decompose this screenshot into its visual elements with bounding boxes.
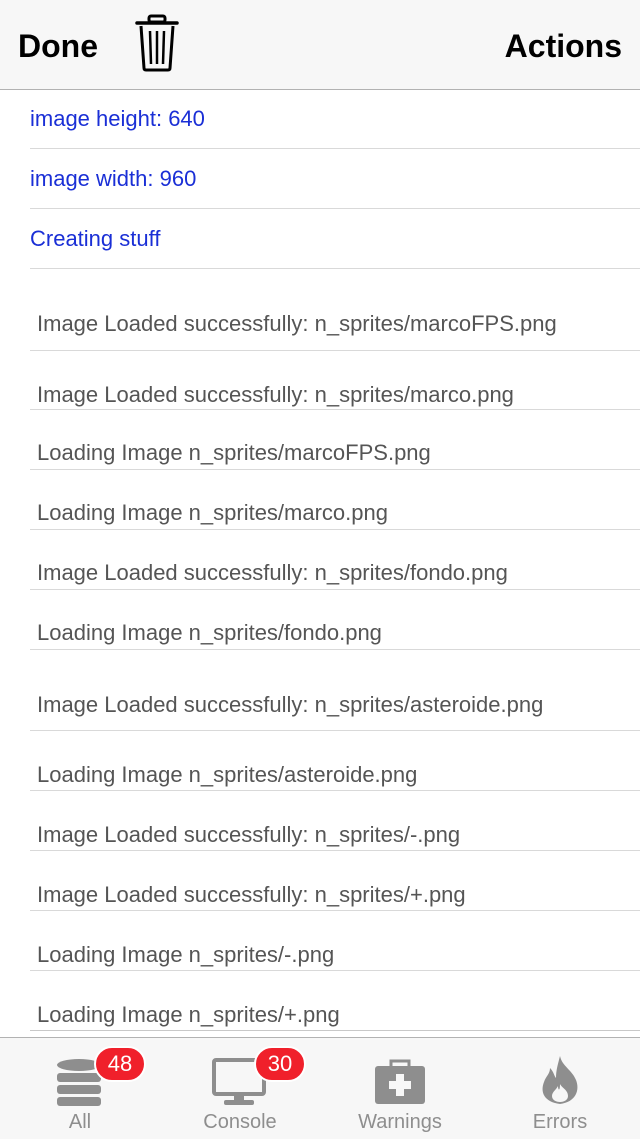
tab-bar: 48 All 30 Console Warnings Errors [0, 1037, 640, 1139]
first-aid-kit-icon [373, 1058, 427, 1111]
log-entry-text: Loading Image n_sprites/marcoFPS.png [37, 440, 431, 465]
tab-warnings[interactable]: Warnings [320, 1038, 480, 1139]
log-entry-text: Image Loaded successfully: n_sprites/fon… [37, 560, 508, 585]
list-item[interactable]: Loading Image n_sprites/marco.png [30, 470, 640, 530]
tab-console[interactable]: 30 Console [160, 1038, 320, 1139]
log-entry-text: Image Loaded successfully: n_sprites/-.p… [37, 822, 461, 847]
log-entry-text: Loading Image n_sprites/asteroide.png [37, 762, 418, 787]
list-item[interactable]: Loading Image n_sprites/marcoFPS.png [30, 410, 640, 470]
trash-icon[interactable] [134, 14, 180, 72]
list-item[interactable]: Image Loaded successfully: n_sprites/mar… [30, 351, 640, 410]
log-entry-text: Image Loaded successfully: n_sprites/mar… [37, 382, 514, 407]
tab-all[interactable]: 48 All [0, 1038, 160, 1139]
log-entry-text: Image Loaded successfully: n_sprites/ast… [37, 692, 544, 717]
notification-badge: 30 [254, 1046, 306, 1082]
log-info-text: image width: 960 [30, 166, 197, 191]
tab-errors[interactable]: Errors [480, 1038, 640, 1139]
list-item[interactable]: Image Loaded successfully: n_sprites/+.p… [30, 851, 640, 911]
list-item[interactable]: Loading Image n_sprites/-.png [30, 911, 640, 971]
tab-label: Errors [532, 1111, 588, 1133]
tab-label: Console [203, 1111, 277, 1133]
actions-button[interactable]: Actions [505, 24, 622, 68]
log-entry-text: Loading Image n_sprites/marco.png [37, 500, 388, 525]
list-item[interactable]: Creating stuff [30, 209, 640, 269]
log-info-text: image height: 640 [30, 106, 205, 131]
log-entry-text: Image Loaded successfully: n_sprites/mar… [37, 311, 557, 336]
done-button[interactable]: Done [18, 24, 98, 68]
navigation-bar: Done Actions [0, 0, 640, 90]
list-item[interactable]: image width: 960 [30, 149, 640, 209]
list-item[interactable]: Loading Image n_sprites/fondo.png [30, 590, 640, 650]
list-item[interactable]: Loading Image n_sprites/+.png [30, 971, 640, 1031]
list-item[interactable]: image height: 640 [30, 90, 640, 149]
list-item[interactable]: Loading Image n_sprites/asteroide.png [30, 731, 640, 791]
log-entry-text: Image Loaded successfully: n_sprites/+.p… [37, 882, 466, 907]
log-list[interactable]: image height: 640 image width: 960 Creat… [0, 90, 640, 1037]
log-entry-text: Loading Image n_sprites/-.png [37, 942, 335, 967]
list-item[interactable]: Image Loaded successfully: n_sprites/ast… [30, 650, 640, 731]
list-item[interactable]: Image Loaded successfully: n_sprites/fon… [30, 530, 640, 590]
log-entry-text: Loading Image n_sprites/+.png [37, 1002, 340, 1027]
log-entry-text: Loading Image n_sprites/fondo.png [37, 620, 382, 645]
fire-icon [536, 1054, 584, 1111]
notification-badge: 48 [94, 1046, 146, 1082]
tab-label: All [68, 1111, 92, 1133]
tab-label: Warnings [358, 1111, 442, 1133]
list-item[interactable]: Image Loaded successfully: n_sprites/-.p… [30, 791, 640, 851]
list-item[interactable]: Image Loaded successfully: n_sprites/mar… [30, 270, 640, 351]
log-info-text: Creating stuff [30, 226, 161, 251]
